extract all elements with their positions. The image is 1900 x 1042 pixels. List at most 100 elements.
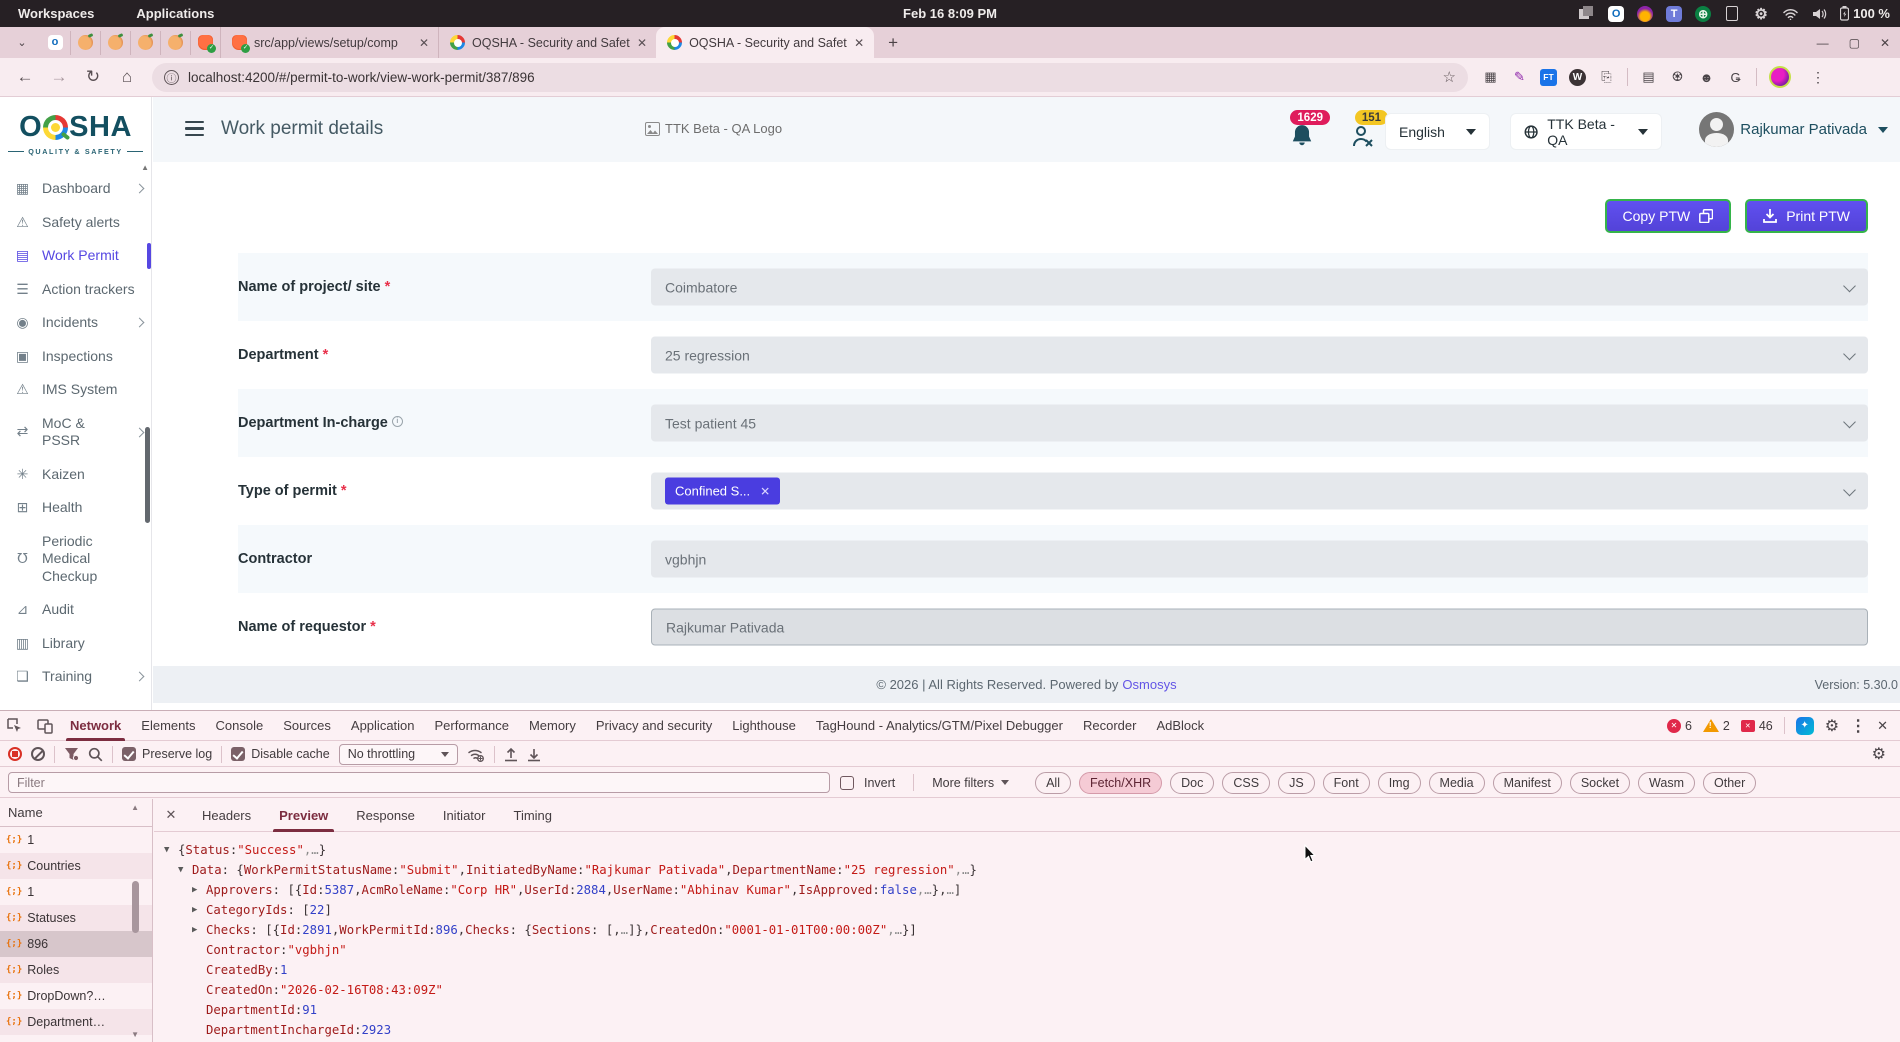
forward-icon[interactable]: → bbox=[42, 67, 76, 87]
reader-extension-icon[interactable]: ▤ bbox=[1640, 69, 1657, 86]
sidebar-item-incidents[interactable]: ◉Incidents bbox=[0, 306, 151, 340]
user-menu-chevron-icon[interactable] bbox=[1878, 127, 1888, 133]
devtools-tab-application[interactable]: Application bbox=[341, 711, 425, 741]
ai-assistant-icon[interactable]: ✦ bbox=[1796, 717, 1814, 735]
text-tool-icon[interactable]: T bbox=[1666, 6, 1682, 22]
sidebar-item-action-trackers[interactable]: ☰Action trackers bbox=[0, 273, 151, 307]
browser-menu-icon[interactable]: ⋮ bbox=[1811, 69, 1826, 86]
tab-close-icon[interactable]: ✕ bbox=[419, 36, 429, 50]
throttling-select[interactable]: No throttling bbox=[339, 744, 458, 765]
request-row[interactable]: {;}1 bbox=[0, 879, 152, 905]
network-conditions-icon[interactable] bbox=[467, 747, 485, 762]
new-tab-button[interactable]: + bbox=[880, 30, 906, 56]
requests-scroll-up-icon[interactable]: ▲ bbox=[131, 803, 139, 812]
browser-tab-2[interactable]: OQSHA - Security and Safety✕ bbox=[438, 27, 656, 58]
devtools-tab-elements[interactable]: Elements bbox=[131, 711, 205, 741]
tree-toggle-icon[interactable]: ▼ bbox=[178, 860, 192, 880]
filter-chip-wasm[interactable]: Wasm bbox=[1638, 772, 1695, 794]
sidebar-item-audit[interactable]: ⊿Audit bbox=[0, 593, 151, 627]
devtools-close-icon[interactable]: ✕ bbox=[1877, 718, 1888, 734]
tab-search-icon[interactable]: ⌄ bbox=[10, 31, 34, 55]
task-count-badge[interactable]: 151 bbox=[1355, 110, 1388, 125]
reload-icon[interactable]: ↻ bbox=[76, 67, 110, 87]
pinned-tab-peach-1[interactable] bbox=[70, 31, 100, 55]
language-selector[interactable]: English bbox=[1386, 114, 1489, 149]
requests-scroll-down-icon[interactable]: ▼ bbox=[131, 1030, 139, 1039]
volume-icon[interactable] bbox=[1811, 6, 1827, 22]
filter-chip-fetch-xhr[interactable]: Fetch/XHR bbox=[1079, 772, 1162, 794]
bell-extension-icon[interactable]: ♼ bbox=[1669, 69, 1686, 86]
pinned-tab-peach-4[interactable] bbox=[160, 31, 190, 55]
clear-button[interactable] bbox=[31, 747, 45, 761]
close-button[interactable]: ✕ bbox=[1880, 36, 1890, 50]
request-row[interactable]: {;}1 bbox=[0, 827, 152, 853]
tree-toggle-icon[interactable]: ▶ bbox=[192, 900, 206, 920]
filter-chip-css[interactable]: CSS bbox=[1222, 772, 1270, 794]
windows-icon[interactable] bbox=[1579, 6, 1595, 22]
close-request-icon[interactable]: ✕ bbox=[154, 807, 188, 823]
applications-menu[interactable]: Applications bbox=[136, 6, 214, 21]
devtools-tab-memory[interactable]: Memory bbox=[519, 711, 586, 741]
minimize-button[interactable]: — bbox=[1817, 36, 1829, 50]
pinned-tab-peach-2[interactable] bbox=[100, 31, 130, 55]
notifications-bell-icon[interactable] bbox=[1289, 123, 1315, 154]
devtools-tab-performance[interactable]: Performance bbox=[425, 711, 519, 741]
filter-funnel-icon[interactable] bbox=[64, 747, 79, 761]
settings-gear-icon[interactable]: ⚙ bbox=[1753, 6, 1769, 22]
sidebar-item-ims-system[interactable]: ⚠IMS System bbox=[0, 373, 151, 407]
globe-app-icon[interactable]: ⊕ bbox=[1695, 6, 1711, 22]
inspect-element-icon[interactable] bbox=[0, 711, 30, 741]
field-control[interactable]: Coimbatore bbox=[651, 269, 1868, 306]
site-info-icon[interactable]: ⓘ bbox=[164, 70, 179, 85]
sidebar-item-health[interactable]: ⊞Health bbox=[0, 491, 151, 525]
browser-tab-3[interactable]: OQSHA - Security and Safety✕ bbox=[656, 27, 874, 58]
filter-chip-socket[interactable]: Socket bbox=[1570, 772, 1630, 794]
devtools-tab-taghound-analytics-gtm-pixel-debugger[interactable]: TagHound - Analytics/GTM/Pixel Debugger bbox=[806, 711, 1073, 741]
flame-app-icon[interactable] bbox=[1637, 6, 1653, 22]
preserve-log-label[interactable]: Preserve log bbox=[142, 747, 212, 761]
pending-tasks-icon[interactable] bbox=[1351, 124, 1375, 155]
request-row[interactable]: {;}Department… bbox=[0, 1009, 152, 1035]
panel-tab-preview[interactable]: Preview bbox=[265, 799, 342, 832]
panel-tab-headers[interactable]: Headers bbox=[188, 799, 265, 832]
pinned-tab-gitlab[interactable] bbox=[190, 31, 220, 55]
user-name[interactable]: Rajkumar Pativada bbox=[1740, 121, 1867, 138]
filter-chip-img[interactable]: Img bbox=[1378, 772, 1421, 794]
error-counter[interactable]: ✕6 bbox=[1667, 719, 1692, 733]
record-button[interactable] bbox=[8, 747, 22, 761]
qr-extension-icon[interactable]: ▦ bbox=[1482, 69, 1499, 86]
devtools-tab-sources[interactable]: Sources bbox=[273, 711, 341, 741]
sidebar-item-dashboard[interactable]: ▦Dashboard bbox=[0, 172, 151, 206]
filter-chip-media[interactable]: Media bbox=[1429, 772, 1485, 794]
clipboard-extension-icon[interactable]: ⎘ bbox=[1598, 69, 1615, 86]
filter-chip-doc[interactable]: Doc bbox=[1170, 772, 1214, 794]
field-control[interactable]: Test patient 45 bbox=[651, 405, 1868, 442]
back-icon[interactable]: ← bbox=[8, 67, 42, 87]
print-ptw-button[interactable]: Print PTW bbox=[1745, 199, 1868, 233]
preserve-log-checkbox[interactable] bbox=[122, 747, 136, 761]
request-row[interactable]: {;}Roles bbox=[0, 957, 152, 983]
tree-toggle-icon[interactable]: ▶ bbox=[192, 920, 206, 940]
maximize-button[interactable]: ▢ bbox=[1849, 36, 1860, 50]
field-control[interactable]: vgbhjn bbox=[651, 541, 1868, 578]
device-toolbar-icon[interactable] bbox=[30, 711, 60, 741]
invert-checkbox[interactable] bbox=[840, 776, 854, 790]
profile-extension-icon[interactable]: ☻ bbox=[1698, 69, 1715, 86]
notification-count-badge[interactable]: 1629 bbox=[1290, 110, 1330, 125]
clipboard-tray-icon[interactable] bbox=[1724, 6, 1740, 22]
sidebar-scrollbar-thumb[interactable] bbox=[145, 427, 150, 523]
osmosys-link[interactable]: Osmosys bbox=[1122, 677, 1176, 692]
network-settings-gear-icon[interactable]: ⚙ bbox=[1872, 744, 1886, 764]
disable-cache-label[interactable]: Disable cache bbox=[251, 747, 330, 761]
devtools-tab-adblock[interactable]: AdBlock bbox=[1146, 711, 1214, 741]
request-row[interactable]: {;}DropDown?… bbox=[0, 983, 152, 1009]
battery-indicator[interactable]: 100 % bbox=[1840, 6, 1890, 21]
sidebar-item-library[interactable]: ▥Library bbox=[0, 627, 151, 661]
invert-label[interactable]: Invert bbox=[864, 776, 895, 790]
devtools-settings-icon[interactable]: ⚙ bbox=[1825, 716, 1839, 736]
request-row[interactable]: {;}Countries bbox=[0, 853, 152, 879]
devtools-tab-console[interactable]: Console bbox=[206, 711, 274, 741]
filter-chip-font[interactable]: Font bbox=[1323, 772, 1370, 794]
sidebar-item-safety-alerts[interactable]: ⚠Safety alerts bbox=[0, 206, 151, 240]
disable-cache-checkbox[interactable] bbox=[231, 747, 245, 761]
